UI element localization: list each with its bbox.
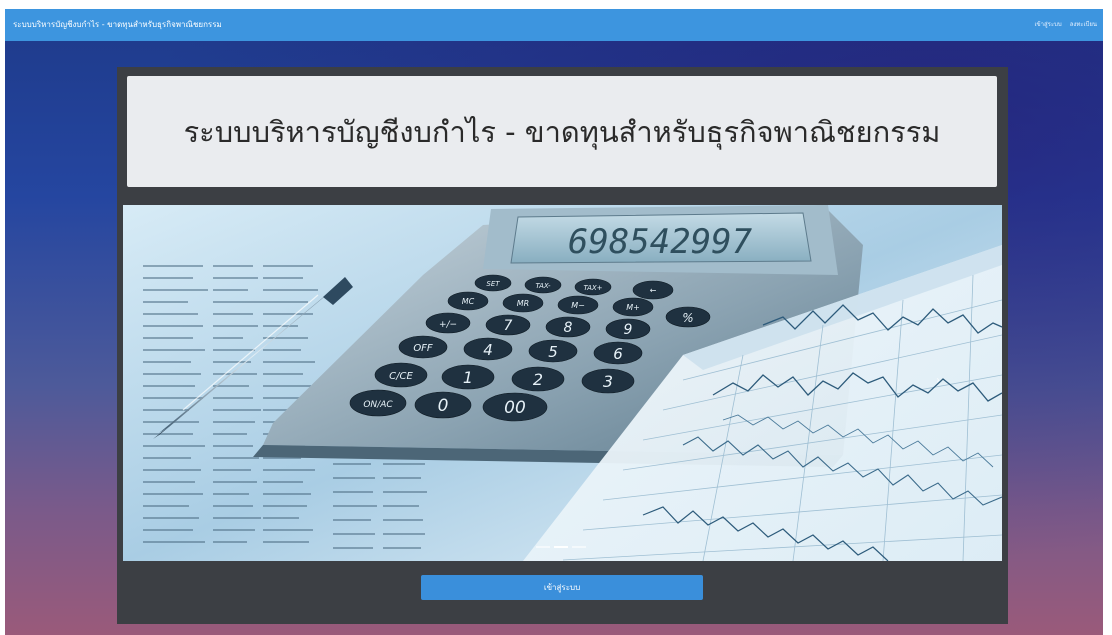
calculator-display-digits: 698542997 [568, 222, 753, 262]
key-tax-minus: TAX- [535, 282, 551, 290]
main-panel: ระบบบริหารบัญชีงบกำไร - ขาดทุนสำหรับธุรก… [117, 67, 1008, 624]
key-7: 7 [504, 318, 513, 334]
login-button[interactable]: เข้าสู่ระบบ [421, 575, 703, 600]
key-plus-minus: +/− [439, 320, 457, 330]
key-set: SET [486, 280, 500, 288]
app-window: ระบบบริหารบัญชีงบกำไร - ขาดทุนสำหรับธุรก… [5, 9, 1103, 635]
nav-register-link[interactable]: ลงทะเบียน [1070, 19, 1097, 29]
key-9: 9 [624, 322, 633, 338]
key-off: OFF [413, 343, 433, 354]
navbar-links: เข้าสู่ระบบ ลงทะเบียน [1034, 19, 1097, 29]
key-on-ac: ON/AC [363, 400, 393, 410]
carousel-slide-image: 698542997 SET TAX- TAX+ MC MR M− M+ ← +/… [123, 205, 1002, 561]
page-title: ระบบบริหารบัญชีงบกำไร - ขาดทุนสำหรับธุรก… [183, 114, 941, 149]
carousel-indicator-3[interactable] [572, 546, 586, 548]
title-jumbotron: ระบบบริหารบัญชีงบกำไร - ขาดทุนสำหรับธุรก… [127, 76, 997, 187]
key-m-plus: M+ [626, 303, 640, 312]
key-m-minus: M− [571, 301, 585, 310]
carousel-indicator-1[interactable] [536, 546, 550, 548]
carousel-indicator-2[interactable] [554, 546, 568, 548]
key-00: 00 [504, 398, 526, 418]
key-c-ce: C/CE [389, 371, 413, 382]
key-mc: MC [462, 297, 475, 306]
key-mr: MR [517, 299, 529, 308]
key-tax-plus: TAX+ [583, 284, 602, 292]
key-5: 5 [548, 343, 558, 361]
navbar-brand[interactable]: ระบบบริหารบัญชีงบกำไร - ขาดทุนสำหรับธุรก… [13, 18, 222, 31]
key-1: 1 [463, 368, 473, 387]
key-0: 0 [438, 396, 449, 416]
carousel-next-icon[interactable]: › [936, 375, 940, 386]
top-navbar: ระบบบริหารบัญชีงบกำไร - ขาดทุนสำหรับธุรก… [5, 9, 1103, 41]
carousel-indicators [536, 546, 586, 548]
nav-login-link[interactable]: เข้าสู่ระบบ [1034, 19, 1061, 29]
image-carousel: 698542997 SET TAX- TAX+ MC MR M− M+ ← +/… [123, 205, 1002, 561]
key-3: 3 [603, 372, 613, 391]
key-6: 6 [613, 345, 623, 363]
key-backspace: ← [650, 286, 657, 295]
key-4: 4 [483, 341, 493, 359]
key-percent: % [682, 311, 693, 325]
key-2: 2 [533, 370, 543, 389]
key-8: 8 [564, 320, 573, 336]
